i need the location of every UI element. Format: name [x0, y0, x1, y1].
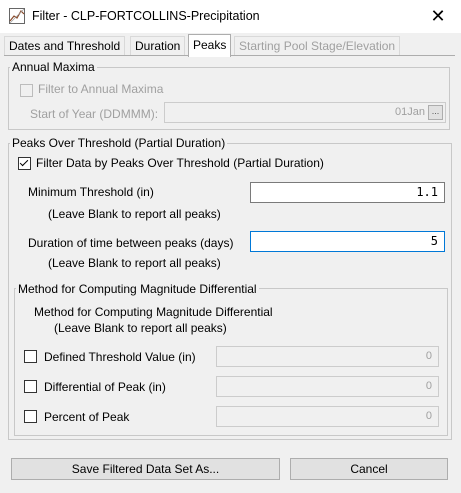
differential-of-peak-field: 0 — [216, 376, 439, 397]
defined-threshold-checkbox[interactable] — [24, 350, 37, 363]
defined-threshold-field: 0 — [216, 346, 439, 367]
defined-threshold-label: Defined Threshold Value (in) — [44, 350, 196, 364]
differential-of-peak-checkbox[interactable] — [24, 380, 37, 393]
cancel-button[interactable]: Cancel — [290, 458, 448, 480]
filter-peaks-checkbox[interactable] — [18, 157, 31, 170]
differential-of-peak-label: Differential of Peak (in) — [44, 380, 166, 394]
minimum-threshold-field[interactable]: 1.1 — [250, 182, 445, 203]
percent-of-peak-checkbox[interactable] — [24, 410, 37, 423]
duration-between-peaks-hint: (Leave Blank to report all peaks) — [48, 256, 221, 270]
close-button[interactable]: ✕ — [415, 0, 461, 33]
annual-maxima-legend: Annual Maxima — [10, 60, 97, 74]
tab-duration[interactable]: Duration — [130, 36, 186, 56]
title-bar: Filter - CLP-FORTCOLLINS-Precipitation ✕ — [0, 0, 461, 33]
tab-panel-peaks: Annual Maxima Filter to Annual Maxima St… — [4, 55, 455, 453]
magnitude-differential-hint: (Leave Blank to report all peaks) — [54, 321, 227, 335]
magnitude-differential-heading: Method for Computing Magnitude Different… — [34, 305, 273, 319]
minimum-threshold-hint: (Leave Blank to report all peaks) — [48, 207, 221, 221]
percent-of-peak-field: 0 — [216, 406, 439, 427]
filter-peaks-label: Filter Data by Peaks Over Threshold (Par… — [36, 156, 324, 170]
tab-starting-pool-stage-elevation: Starting Pool Stage/Elevation — [234, 36, 401, 56]
peaks-over-threshold-legend: Peaks Over Threshold (Partial Duration) — [10, 136, 228, 150]
magnitude-differential-legend: Method for Computing Magnitude Different… — [16, 282, 259, 296]
tab-dates-and-threshold[interactable]: Dates and Threshold — [4, 36, 126, 56]
filter-annual-maxima-label: Filter to Annual Maxima — [38, 82, 164, 96]
start-of-year-field: 01Jan — [164, 102, 446, 123]
close-icon: ✕ — [430, 6, 446, 26]
start-of-year-label: Start of Year (DDMMM): — [30, 107, 159, 121]
percent-of-peak-label: Percent of Peak — [44, 410, 130, 424]
duration-between-peaks-label: Duration of time between peaks (days) — [28, 236, 234, 250]
duration-between-peaks-field[interactable]: 5 — [250, 231, 445, 252]
tab-peaks[interactable]: Peaks — [188, 34, 232, 57]
start-of-year-browse-button: ... — [428, 105, 443, 120]
window-title: Filter - CLP-FORTCOLLINS-Precipitation — [32, 9, 260, 23]
filter-annual-maxima-checkbox — [20, 84, 33, 97]
minimum-threshold-label: Minimum Threshold (in) — [28, 185, 154, 199]
save-filtered-data-set-button[interactable]: Save Filtered Data Set As... — [11, 458, 280, 480]
app-icon — [9, 8, 25, 24]
